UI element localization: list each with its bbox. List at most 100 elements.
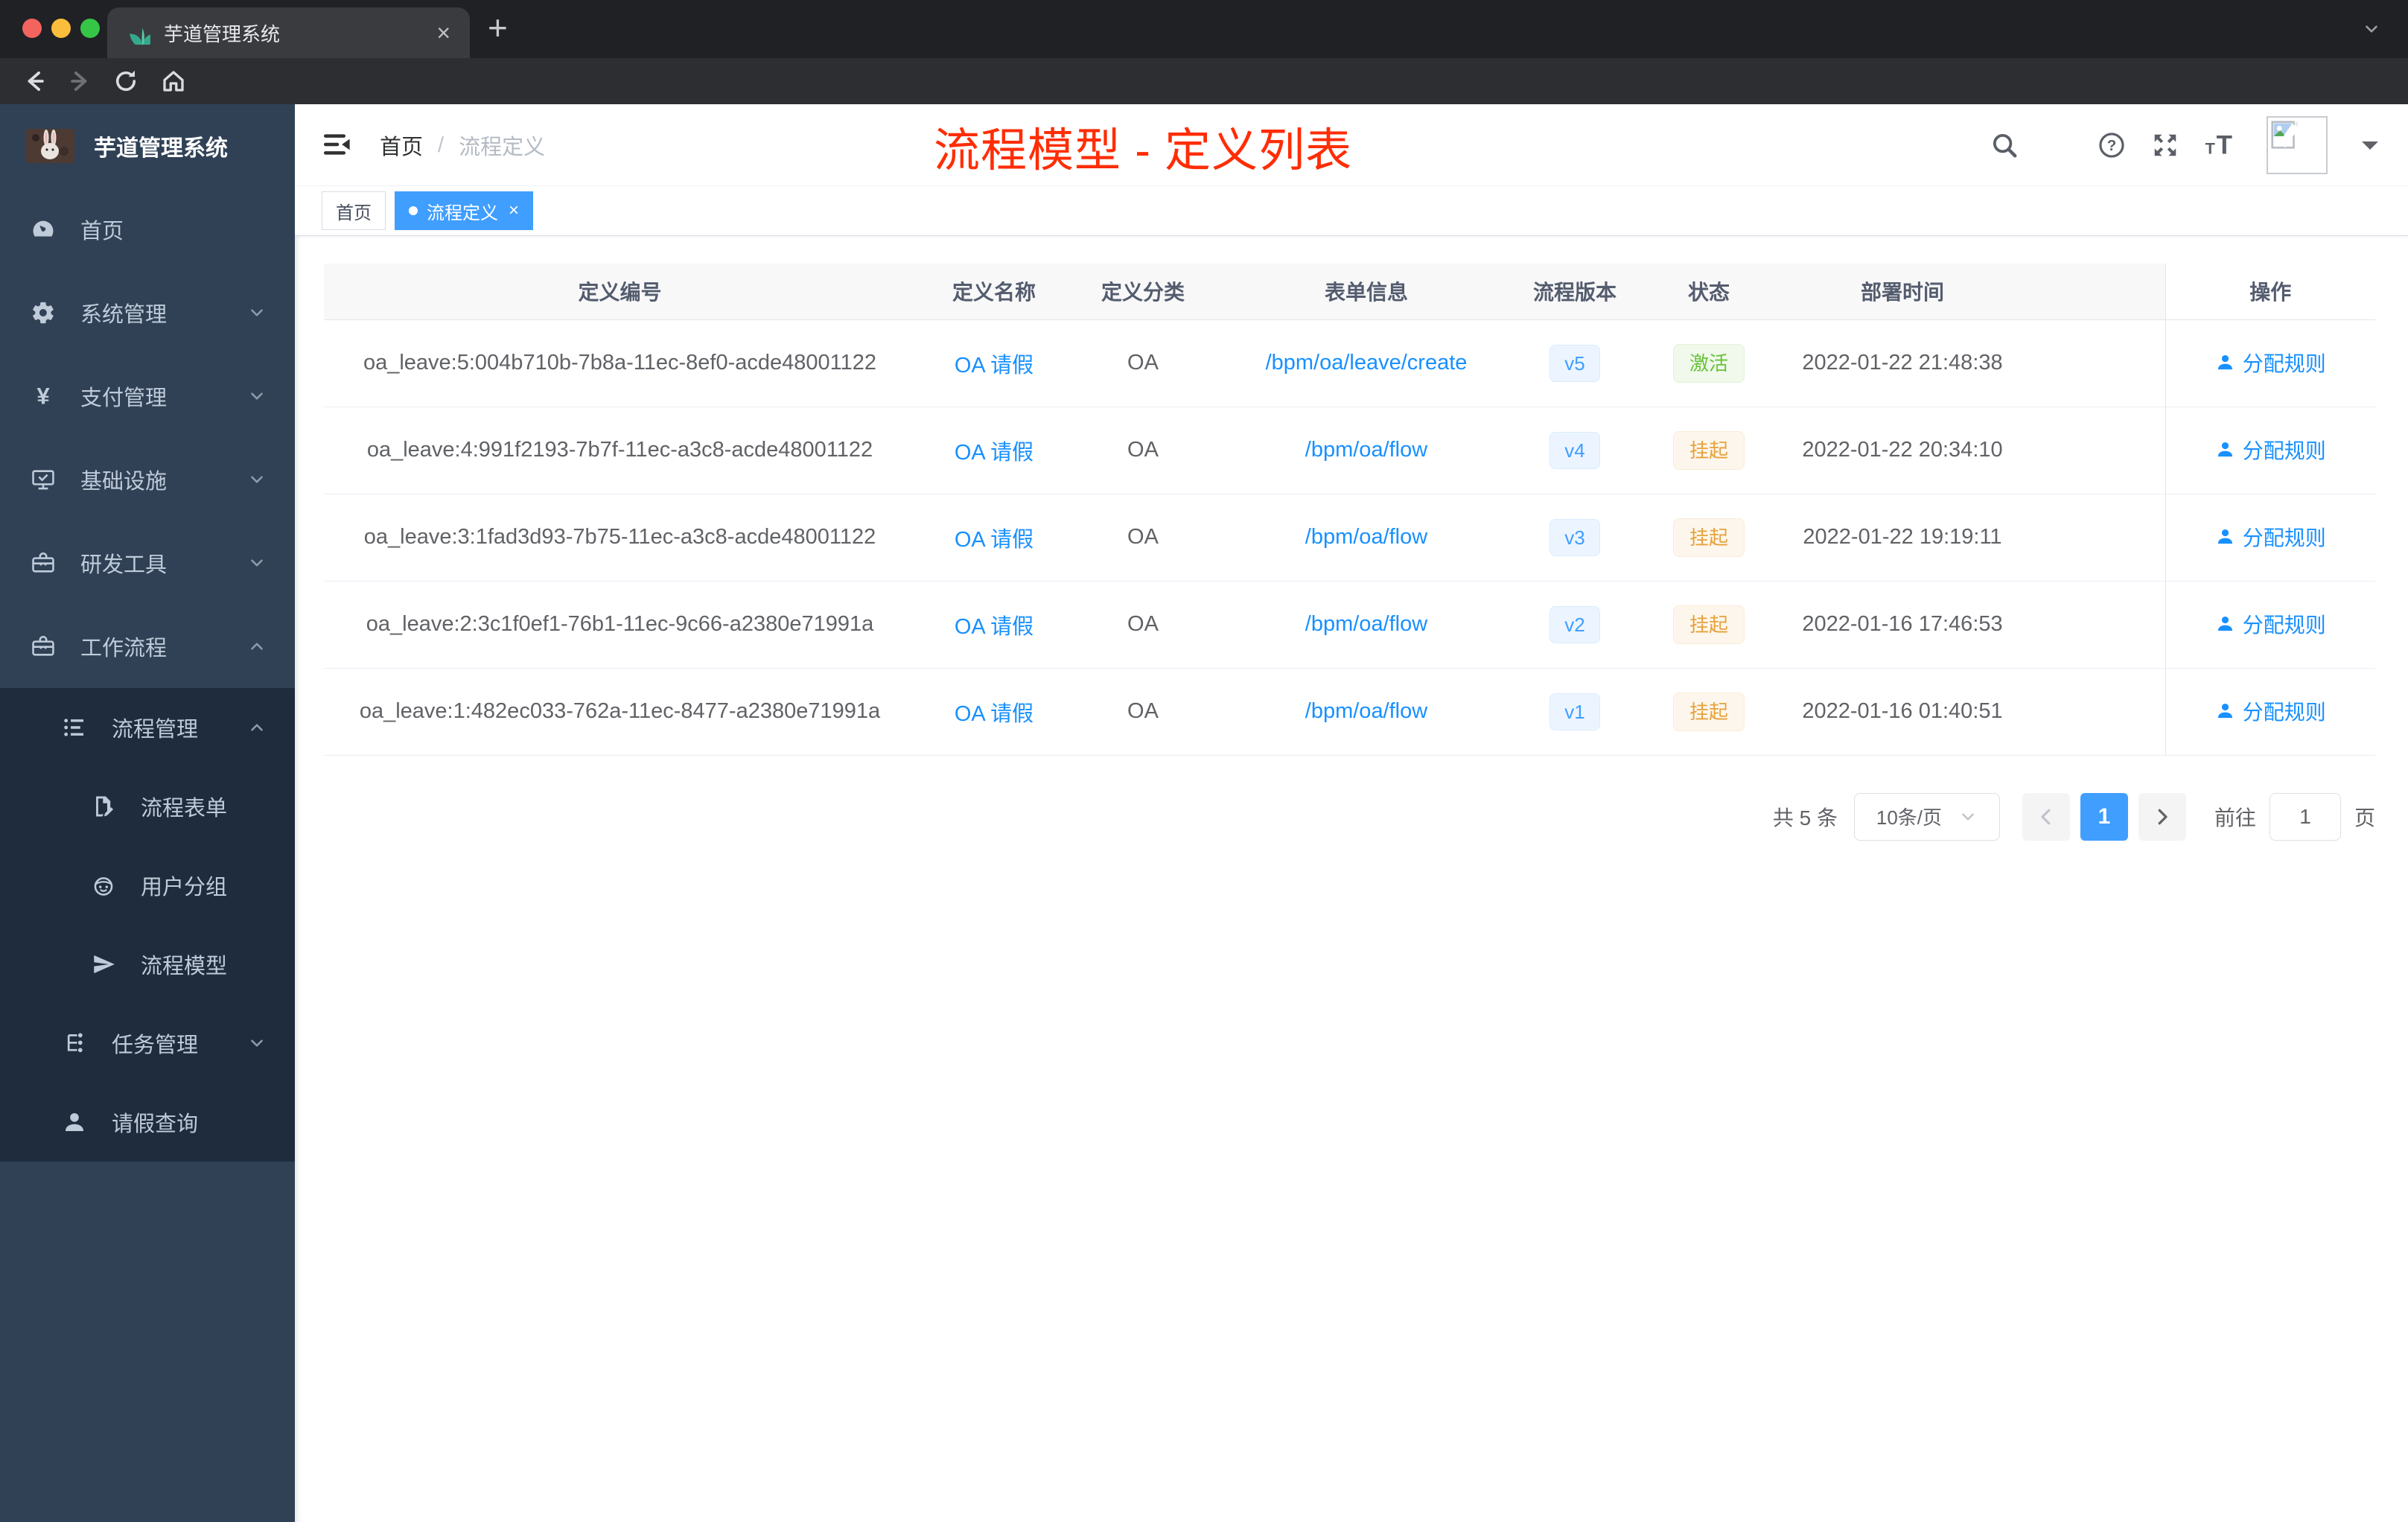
table-header: 定义编号 定义名称 定义分类 表单信息 流程版本 状态 部署时间 操作 (324, 264, 2375, 320)
cell-actions[interactable]: 分配规则 (2165, 319, 2375, 407)
cell-actions[interactable]: 分配规则 (2165, 407, 2375, 494)
column-header: 操作 (2165, 264, 2375, 320)
user-icon (2215, 439, 2235, 459)
github-icon[interactable] (2043, 130, 2073, 160)
definition-name-link[interactable]: OA 请假 (955, 702, 1033, 726)
cell-actions[interactable]: 分配规则 (2165, 494, 2375, 582)
font-size-icon[interactable]: TT (2204, 130, 2234, 160)
svg-text:?: ? (2107, 137, 2117, 154)
sidebar-item-label: 研发工具 (80, 553, 168, 577)
maximize-window-button[interactable] (80, 19, 100, 38)
breadcrumb-home[interactable]: 首页 (380, 130, 423, 161)
browser-tab[interactable]: 芋道管理系统 × (107, 7, 470, 58)
new-tab-button[interactable]: + (488, 10, 508, 45)
sidebar-item-doc-edit[interactable]: 流程表单 (0, 767, 295, 846)
cell-form-info[interactable]: /bpm/oa/flow (1214, 494, 1519, 582)
reload-button[interactable] (112, 67, 140, 95)
tag-active[interactable]: 流程定义 × (395, 191, 534, 230)
sidebar-item-label: 流程管理 (112, 718, 199, 742)
cell-category: OA (1072, 581, 1214, 669)
chevron-down-icon (247, 1034, 267, 1053)
home-button[interactable] (159, 67, 188, 95)
sidebar-item-yen[interactable]: ¥ 支付管理 (0, 354, 295, 438)
form-info-link[interactable]: /bpm/oa/flow (1305, 612, 1427, 636)
sidebar-logo-row[interactable]: 芋道管理系统 (0, 104, 295, 188)
sidebar-item-robot[interactable]: 用户分组 (0, 846, 295, 925)
cell-definition-name[interactable]: OA 请假 (916, 494, 1072, 582)
pagination-page-unit: 页 (2354, 806, 2375, 830)
user-icon (58, 1109, 91, 1135)
tag-label: 流程定义 (427, 203, 498, 223)
definition-name-link[interactable]: OA 请假 (955, 354, 1033, 378)
sidebar-item-label: 支付管理 (80, 386, 168, 410)
sidebar-item-label: 任务管理 (112, 1034, 199, 1057)
avatar-dropdown-caret-icon[interactable] (2362, 141, 2378, 158)
assign-rule-link[interactable]: 分配规则 (2215, 696, 2326, 726)
cell-actions[interactable]: 分配规则 (2165, 668, 2375, 756)
definition-name-link[interactable]: OA 请假 (955, 528, 1033, 552)
sidebar-collapse-icon[interactable] (322, 129, 353, 160)
assign-rule-label: 分配规则 (2242, 613, 2326, 637)
tag-inactive[interactable]: 首页 (322, 191, 386, 230)
sidebar-item-user[interactable]: 请假查询 (0, 1083, 295, 1162)
sidebar-item-paper-plane[interactable]: 流程模型 (0, 925, 295, 1004)
favicon-plant-icon (127, 21, 150, 45)
minimize-window-button[interactable] (51, 19, 71, 38)
cell-deploy-time: 2022-01-22 20:34:10 (1787, 407, 2018, 494)
cell-form-info[interactable]: /bpm/oa/flow (1214, 581, 1519, 669)
back-button[interactable] (16, 67, 45, 95)
tab-close-icon[interactable]: × (436, 21, 450, 45)
cell-version: v2 (1519, 581, 1631, 669)
status-badge: 挂起 (1672, 692, 1745, 731)
paper-plane-icon (87, 952, 120, 977)
current-page-button[interactable]: 1 (2080, 792, 2128, 841)
assign-rule-link[interactable]: 分配规则 (2215, 522, 2326, 552)
tab-search-chevron-icon[interactable] (2362, 19, 2381, 39)
cell-form-info[interactable]: /bpm/oa/flow (1214, 407, 1519, 494)
form-info-link[interactable]: /bpm/oa/flow (1305, 438, 1427, 462)
tag-close-icon[interactable]: × (509, 202, 519, 220)
page-size-value: 10条/页 (1876, 806, 1943, 829)
sidebar-item-gear[interactable]: 系统管理 (0, 271, 295, 354)
cell-definition-name[interactable]: OA 请假 (916, 407, 1072, 494)
form-info-link[interactable]: /bpm/oa/flow (1305, 699, 1427, 723)
prev-page-button[interactable] (2022, 792, 2070, 841)
chevron-down-icon (247, 470, 267, 489)
cell-form-info[interactable]: /bpm/oa/flow (1214, 668, 1519, 756)
cell-definition-name[interactable]: OA 请假 (916, 319, 1072, 407)
table-row: oa_leave:3:1fad3d93-7b75-11ec-a3c8-acde4… (324, 494, 2375, 582)
page-jump-input[interactable] (2269, 792, 2341, 841)
column-header: 定义编号 (324, 264, 916, 320)
sidebar-item-toolbox[interactable]: 研发工具 (0, 521, 295, 605)
assign-rule-link[interactable]: 分配规则 (2215, 435, 2326, 465)
cell-version: v5 (1519, 319, 1631, 407)
assign-rule-link[interactable]: 分配规则 (2215, 348, 2326, 378)
form-info-link[interactable]: /bpm/oa/flow (1305, 525, 1427, 549)
cell-category: OA (1072, 494, 1214, 582)
macos-traffic-lights[interactable] (22, 19, 100, 38)
cell-actions[interactable]: 分配规则 (2165, 581, 2375, 669)
sidebar-item-list-tree[interactable]: 流程管理 (0, 688, 295, 767)
page-size-select[interactable]: 10条/页 (1853, 792, 2000, 841)
avatar[interactable] (2267, 116, 2328, 174)
next-page-button[interactable] (2138, 792, 2186, 841)
fullscreen-icon[interactable] (2150, 130, 2180, 160)
form-info-link[interactable]: /bpm/oa/leave/create (1266, 351, 1468, 375)
sidebar-item-dashboard[interactable]: 首页 (0, 188, 295, 271)
sidebar-item-briefcase[interactable]: 工作流程 (0, 605, 295, 688)
robot-icon (87, 873, 120, 898)
pagination: 共 5 条 10条/页 1 前往 页 (324, 792, 2375, 841)
sidebar-item-monitor[interactable]: 基础设施 (0, 438, 295, 521)
sidebar-item-org-tree[interactable]: 任务管理 (0, 1004, 295, 1083)
pagination-goto-label: 前往 (2214, 806, 2256, 830)
close-window-button[interactable] (22, 19, 42, 38)
definition-name-link[interactable]: OA 请假 (955, 441, 1033, 465)
assign-rule-link[interactable]: 分配规则 (2215, 609, 2326, 639)
forward-button[interactable] (64, 67, 92, 95)
cell-definition-name[interactable]: OA 请假 (916, 668, 1072, 756)
cell-form-info[interactable]: /bpm/oa/leave/create (1214, 319, 1519, 407)
cell-definition-name[interactable]: OA 请假 (916, 581, 1072, 669)
help-icon[interactable]: ? (2097, 130, 2127, 160)
search-icon[interactable] (1990, 130, 2019, 160)
definition-name-link[interactable]: OA 请假 (955, 615, 1033, 639)
